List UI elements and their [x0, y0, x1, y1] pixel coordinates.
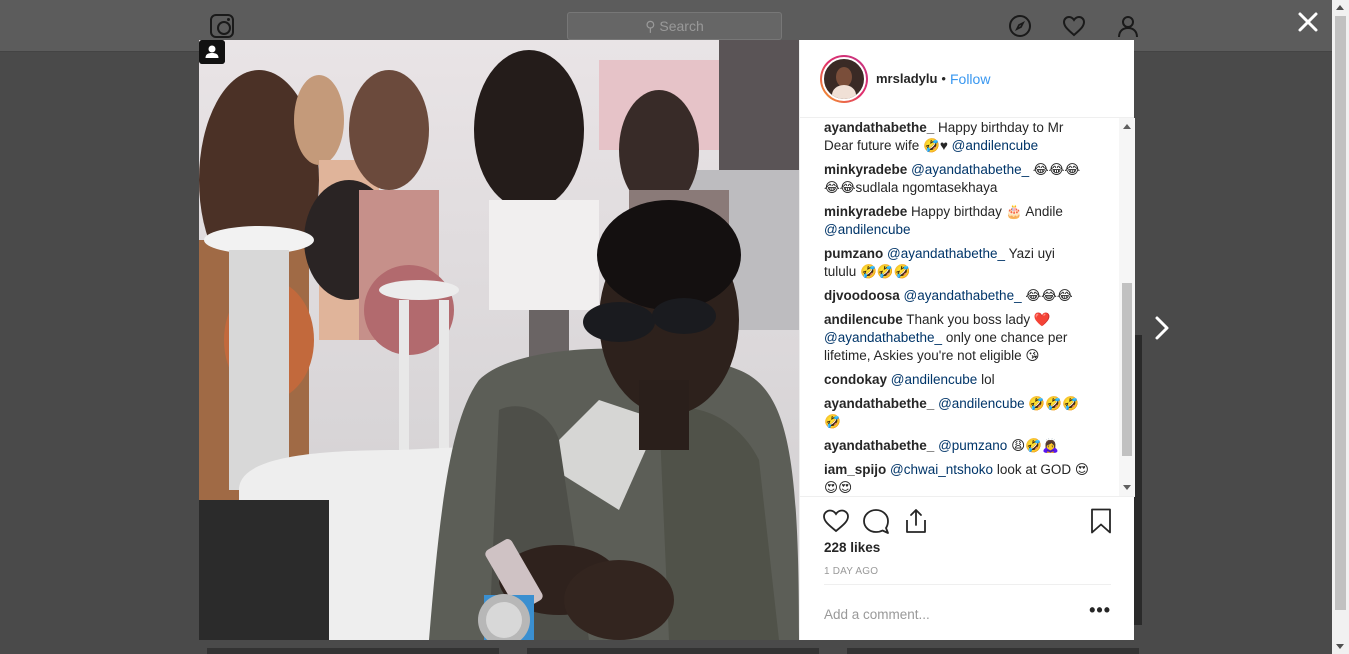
comment-text: 😩🤣🙇‍♀️ — [1007, 438, 1059, 453]
comment-mention-link[interactable]: @ayandathabethe_ — [824, 330, 942, 345]
scroll-up-arrow-icon[interactable] — [1123, 124, 1131, 129]
compass-icon[interactable] — [1008, 14, 1032, 38]
comment-mention-link[interactable]: @andilencube — [952, 138, 1039, 153]
scroll-up-arrow-icon[interactable] — [1336, 5, 1344, 10]
comment-item: minkyradebe Happy birthday 🎂 Andile @and… — [824, 203, 1089, 239]
comment-item: andilencube Thank you boss lady ❤️ @ayan… — [824, 311, 1089, 365]
scrollbar-thumb[interactable] — [1122, 283, 1132, 456]
search-placeholder: Search — [659, 18, 704, 34]
share-upload-icon[interactable] — [902, 507, 930, 535]
background-thumbnail — [207, 648, 499, 654]
comments-scrollbar[interactable] — [1119, 118, 1135, 496]
comment-mention-link[interactable]: @ayandathabethe_ — [887, 246, 1005, 261]
comment-text: lol — [977, 372, 995, 387]
avatar-image — [822, 56, 866, 101]
next-chevron-icon[interactable] — [1150, 313, 1174, 343]
post-header: mrsladylu • Follow — [800, 40, 1134, 118]
comment-username[interactable]: minkyradebe — [824, 162, 907, 177]
bookmark-save-icon[interactable] — [1087, 507, 1115, 535]
comment-list: ayandathabethe_ Happy birthday to Mr Dea… — [824, 119, 1089, 496]
comment-item: djvoodoosa @ayandathabethe_ 😂😂😂 — [824, 287, 1089, 305]
comment-mention-link[interactable]: @andilencube — [891, 372, 978, 387]
comment-item: ayandathabethe_ Happy birthday to Mr Dea… — [824, 119, 1089, 155]
comment-username[interactable]: iam_spijo — [824, 462, 886, 477]
like-heart-icon[interactable] — [822, 507, 850, 535]
comment-item: condokay @andilencube lol — [824, 371, 1089, 389]
separator-dot: • — [941, 71, 946, 86]
background-thumbnail — [527, 648, 819, 654]
comment-item: pumzano @ayandathabethe_ Yazi uyi tululu… — [824, 245, 1089, 281]
comment-text: 😂😂😂 — [1021, 288, 1073, 303]
comment-username[interactable]: pumzano — [824, 246, 883, 261]
scroll-down-arrow-icon[interactable] — [1123, 485, 1131, 490]
comment-username[interactable]: condokay — [824, 372, 887, 387]
background-thumbnail-edge — [1134, 335, 1142, 625]
comment-username[interactable]: andilencube — [824, 312, 903, 327]
comment-text: Happy birthday 🎂 Andile — [907, 204, 1063, 219]
comment-mention-link[interactable]: @chwai_ntshoko — [890, 462, 993, 477]
comment-item: iam_spijo @chwai_ntshoko look at GOD 😍😍😍 — [824, 461, 1089, 496]
post-photo[interactable] — [199, 40, 799, 640]
avatar[interactable] — [820, 54, 868, 103]
more-options-icon[interactable]: ••• — [1089, 601, 1111, 619]
comment-mention-link[interactable]: @andilencube — [824, 222, 911, 237]
instagram-logo-icon[interactable] — [210, 14, 234, 38]
tagged-user-icon[interactable] — [199, 40, 225, 64]
comment-mention-link[interactable]: @ayandathabethe_ — [911, 162, 1029, 177]
comment-item: ayandathabethe_ @pumzano 😩🤣🙇‍♀️ — [824, 437, 1089, 455]
comment-text: Thank you boss lady ❤️ — [902, 312, 1051, 327]
photo-illustration — [199, 40, 799, 640]
scroll-down-arrow-icon[interactable] — [1336, 644, 1344, 649]
background-thumbnail — [847, 648, 1139, 654]
comment-mention-link[interactable]: @ayandathabethe_ — [904, 288, 1022, 303]
add-comment-section: ••• — [824, 584, 1111, 640]
likes-count[interactable]: 228 likes — [824, 540, 880, 555]
comment-mention-link[interactable]: @andilencube — [938, 396, 1025, 411]
heart-icon[interactable] — [1062, 14, 1086, 38]
post-username[interactable]: mrsladylu — [876, 71, 937, 86]
comment-bubble-icon[interactable] — [862, 507, 890, 535]
comment-mention-link[interactable]: @pumzano — [938, 438, 1007, 453]
add-comment-input[interactable] — [824, 601, 1064, 627]
post-modal: mrsladylu • Follow ayandathabethe_ Happy… — [199, 40, 1135, 640]
scrollbar-thumb[interactable] — [1335, 16, 1346, 610]
page-scrollbar[interactable] — [1332, 0, 1349, 654]
comment-item: ayandathabethe_ @andilencube 🤣🤣🤣🤣 — [824, 395, 1089, 431]
close-icon[interactable] — [1296, 10, 1320, 34]
comment-username[interactable]: minkyradebe — [824, 204, 907, 219]
search-input[interactable]: ⚲ Search — [567, 12, 782, 40]
follow-button[interactable]: Follow — [950, 71, 990, 87]
post-actions — [800, 496, 1135, 540]
comment-item: minkyradebe @ayandathabethe_ 😂😂😂😂😂sudlal… — [824, 161, 1089, 197]
post-sidebar: mrsladylu • Follow ayandathabethe_ Happy… — [799, 40, 1135, 640]
post-timestamp[interactable]: 1 DAY AGO — [824, 566, 878, 577]
comment-username[interactable]: ayandathabethe_ — [824, 120, 934, 135]
comments-panel[interactable]: ayandathabethe_ Happy birthday to Mr Dea… — [800, 118, 1135, 496]
user-icon[interactable] — [1116, 14, 1140, 38]
comment-username[interactable]: djvoodoosa — [824, 288, 900, 303]
comment-username[interactable]: ayandathabethe_ — [824, 438, 934, 453]
comment-username[interactable]: ayandathabethe_ — [824, 396, 934, 411]
